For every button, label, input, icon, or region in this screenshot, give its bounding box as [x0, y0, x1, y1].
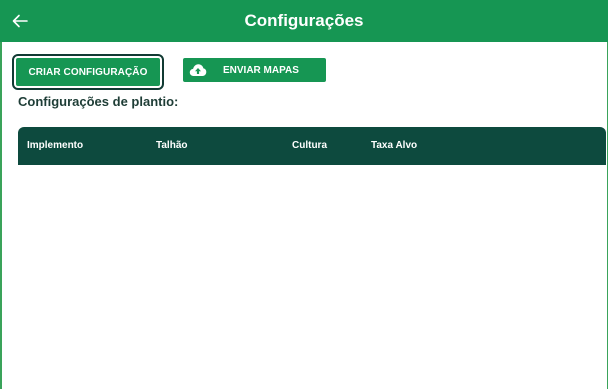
back-button[interactable]	[6, 8, 34, 34]
page-title: Configurações	[244, 11, 364, 30]
app-bar: Configurações	[0, 0, 608, 42]
cloud-upload-icon	[189, 61, 207, 79]
column-header-cultura: Cultura	[292, 140, 327, 151]
table-body	[18, 165, 606, 389]
create-configuration-label: CRIAR CONFIGURAÇÃO	[16, 58, 160, 86]
table-header: Implemento Talhão Cultura Taxa Alvo	[18, 127, 606, 165]
create-configuration-button[interactable]: CRIAR CONFIGURAÇÃO	[12, 54, 164, 90]
section-title: Configurações de plantio:	[18, 94, 179, 109]
send-maps-label: ENVIAR MAPAS	[223, 64, 299, 76]
column-header-taxa-alvo: Taxa Alvo	[371, 140, 418, 151]
column-header-implemento: Implemento	[27, 140, 84, 151]
send-maps-button[interactable]: ENVIAR MAPAS	[183, 58, 326, 82]
column-header-talhao: Talhão	[156, 140, 188, 151]
arrow-left-icon	[12, 14, 28, 28]
